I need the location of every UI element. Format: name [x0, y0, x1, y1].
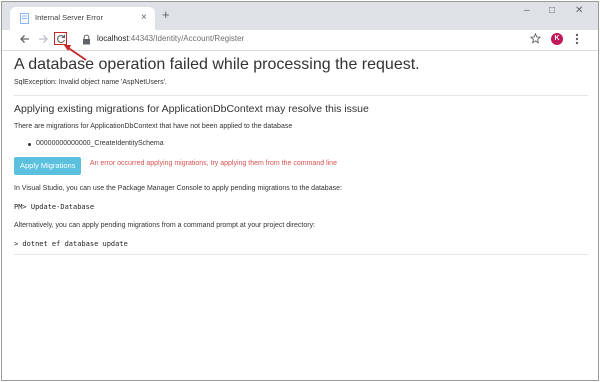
forward-arrow-icon[interactable] — [37, 33, 49, 45]
divider — [14, 95, 588, 96]
page-title: A database operation failed while proces… — [14, 56, 420, 73]
list-item: 00000000000000_CreateIdentitySchema — [22, 139, 588, 149]
tab-internal-server-error[interactable]: Internal Server Error × — [10, 7, 155, 30]
new-tab-icon[interactable]: + — [162, 8, 170, 22]
vs-instructions: In Visual Studio, you can use the Packag… — [14, 185, 342, 192]
apply-migrations-button[interactable]: Apply Migrations — [14, 157, 82, 175]
browser-window: Internal Server Error × + – □ ✕ localhos… — [1, 1, 599, 381]
url-path: :44343/Identity/Account/Register — [128, 34, 245, 43]
profile-avatar[interactable]: K — [551, 33, 563, 45]
url-text: localhost:44343/Identity/Account/Registe… — [97, 34, 244, 43]
menu-dots-icon[interactable] — [575, 33, 579, 45]
tab-strip: Internal Server Error × + – □ ✕ — [2, 2, 598, 30]
reload-icon — [56, 34, 65, 43]
migrations-list: 00000000000000_CreateIdentitySchema — [14, 139, 588, 149]
cli-instructions: Alternatively, you can apply pending mig… — [14, 222, 316, 229]
address-bar[interactable]: localhost:44343/Identity/Account/Registe… — [82, 33, 522, 47]
divider — [14, 254, 588, 255]
url-host: localhost — [97, 34, 129, 43]
browser-toolbar: localhost:44343/Identity/Account/Registe… — [2, 30, 598, 51]
pm-command: PM> Update-Database — [14, 203, 95, 211]
exception-message: SqlException: Invalid object name 'AspNe… — [14, 79, 167, 86]
tab-close-icon[interactable]: × — [141, 11, 147, 24]
cli-command: > dotnet ef database update — [14, 240, 128, 248]
pending-migrations-intro: There are migrations for ApplicationDbCo… — [14, 123, 293, 130]
bookmark-star-icon[interactable] — [530, 33, 541, 44]
apply-error-message: An error occurred applying migrations, t… — [89, 160, 337, 168]
tab-title: Internal Server Error — [35, 13, 103, 22]
close-window-icon[interactable]: ✕ — [575, 5, 583, 17]
reload-button[interactable] — [54, 32, 67, 45]
back-arrow-icon[interactable] — [19, 33, 31, 45]
maximize-icon[interactable]: □ — [549, 5, 555, 17]
lock-icon — [83, 34, 90, 45]
minimize-icon[interactable]: – — [524, 5, 530, 17]
apply-row: Apply Migrations An error occurred apply… — [14, 155, 588, 175]
error-page: A database operation failed while proces… — [14, 55, 588, 261]
migrations-heading: Applying existing migrations for Applica… — [14, 103, 369, 115]
page-icon — [20, 13, 29, 24]
